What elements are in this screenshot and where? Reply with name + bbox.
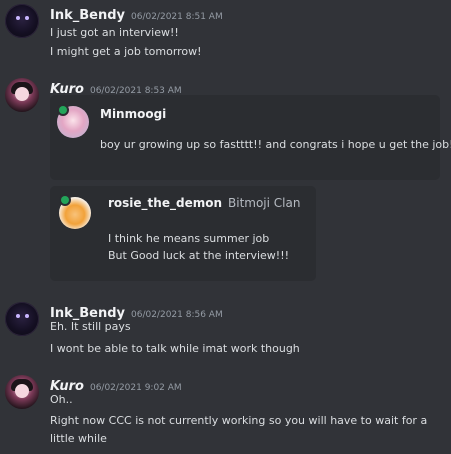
timestamp: 06/02/2021 9:02 AM bbox=[89, 383, 182, 393]
online-status-icon bbox=[61, 196, 69, 204]
embed-author-name: rosie_the_demon bbox=[108, 196, 222, 210]
embed-text: boy ur growing up so fastttt!! and congr… bbox=[100, 138, 451, 151]
online-status-icon bbox=[59, 106, 67, 114]
quoted-message-embed: Minmoogi boy ur growing up so fastttt!! … bbox=[50, 95, 451, 180]
quoted-message-embed: rosie_the_demon Bitmoji Clan I think he m… bbox=[50, 186, 316, 281]
message-text: Eh. It still pays bbox=[50, 320, 131, 333]
embed-text: I think he means summer job bbox=[108, 232, 270, 245]
avatar[interactable] bbox=[5, 78, 39, 112]
message-header: Kuro 06/02/2021 9:02 AM bbox=[50, 375, 182, 394]
message-text: I wont be able to talk while imat work t… bbox=[50, 342, 300, 355]
timestamp: 06/02/2021 8:56 AM bbox=[131, 310, 223, 320]
embed-author: Minmoogi bbox=[100, 107, 167, 121]
avatar[interactable] bbox=[5, 375, 39, 409]
message-header: Ink_Bendy 06/02/2021 8:51 AM bbox=[50, 4, 223, 23]
message-text: Right now CCC is not currently working s… bbox=[50, 414, 428, 427]
message-text: I might get a job tomorrow! bbox=[50, 45, 202, 58]
message-header: Ink_Bendy 06/02/2021 8:56 AM bbox=[50, 302, 223, 321]
embed-author: rosie_the_demon Bitmoji Clan bbox=[108, 196, 300, 210]
username[interactable]: Ink_Bendy bbox=[50, 306, 125, 321]
message-text: Oh.. bbox=[50, 393, 73, 406]
username[interactable]: Kuro bbox=[50, 379, 84, 394]
message-text: I just got an interview!! bbox=[50, 26, 179, 39]
avatar[interactable] bbox=[5, 302, 39, 336]
avatar[interactable] bbox=[5, 4, 39, 38]
message-text: little while bbox=[50, 432, 107, 445]
username[interactable]: Ink_Bendy bbox=[50, 8, 125, 23]
timestamp: 06/02/2021 8:51 AM bbox=[131, 12, 223, 22]
embed-text: But Good luck at the interview!!! bbox=[108, 249, 290, 262]
embed-clan-tag: Bitmoji Clan bbox=[228, 196, 301, 210]
